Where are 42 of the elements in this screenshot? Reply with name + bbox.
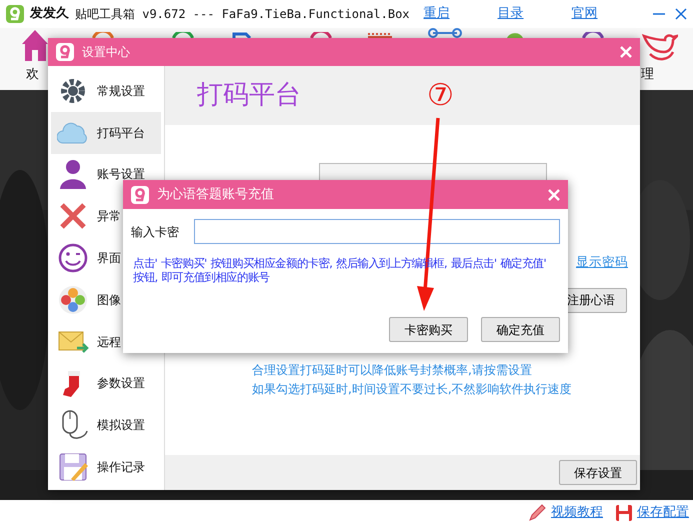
ring-icon	[170, 32, 196, 38]
person-icon	[57, 158, 89, 190]
app-logo-icon	[131, 186, 149, 204]
ring-icon	[580, 32, 606, 38]
footer-link[interactable]: 保存配置	[637, 503, 689, 523]
top-link[interactable]: 目录	[498, 4, 524, 24]
pencil-icon	[527, 503, 547, 523]
ring-icon	[90, 32, 116, 38]
field-label: 输入卡密	[131, 224, 179, 240]
dialog-button[interactable]: 卡密购买	[389, 317, 468, 342]
dialog-button[interactable]: 确定充值	[481, 317, 560, 342]
app-logo-icon	[56, 43, 74, 61]
window-title: 贴吧工具箱 v9.672 --- FaFa9.TieBa.Functional.Box	[75, 6, 410, 23]
dialog-title: 为心语答题账号充值	[157, 186, 274, 204]
info-text: 如果勾选打码延时,时间设置不要过长,不然影响软件执行速度	[252, 380, 573, 398]
sidebar-item[interactable]: 操作记录	[51, 446, 161, 488]
flower-icon	[57, 284, 89, 316]
ring-icon	[308, 32, 334, 38]
footer-link[interactable]: 视频教程	[551, 503, 603, 523]
close-icon	[548, 188, 560, 200]
sidebar-item[interactable]: 打码平台	[51, 112, 161, 154]
step-marker: ⑦	[427, 80, 454, 112]
top-link[interactable]: 重启	[424, 4, 450, 24]
toolbar-label[interactable]: 欢	[26, 65, 39, 84]
close-icon	[620, 46, 632, 58]
connector-icon	[428, 28, 462, 38]
app-logo-icon	[6, 5, 24, 23]
sidebar-item[interactable]: 参数设置	[51, 362, 161, 404]
info-text: 合理设置打码延时可以降低账号封禁概率,请按需设置	[252, 362, 533, 379]
card-key-field[interactable]	[194, 219, 560, 244]
sidebar-item[interactable]: 模拟设置	[51, 404, 161, 446]
top-link[interactable]: 官网	[572, 4, 598, 24]
sidebar-item[interactable]: 常规设置	[51, 70, 161, 112]
save-button[interactable]: 保存设置	[559, 460, 637, 485]
show-password-link[interactable]: 显示密码	[576, 253, 628, 272]
document-icon	[232, 32, 254, 38]
close-icon	[675, 8, 687, 20]
window-title: 设置中心	[82, 44, 130, 61]
app-brand: 发发久	[30, 5, 69, 24]
toolbar-label[interactable]: 理	[641, 65, 654, 84]
smiley-icon	[57, 242, 89, 274]
page-heading: 打码平台	[197, 79, 301, 112]
